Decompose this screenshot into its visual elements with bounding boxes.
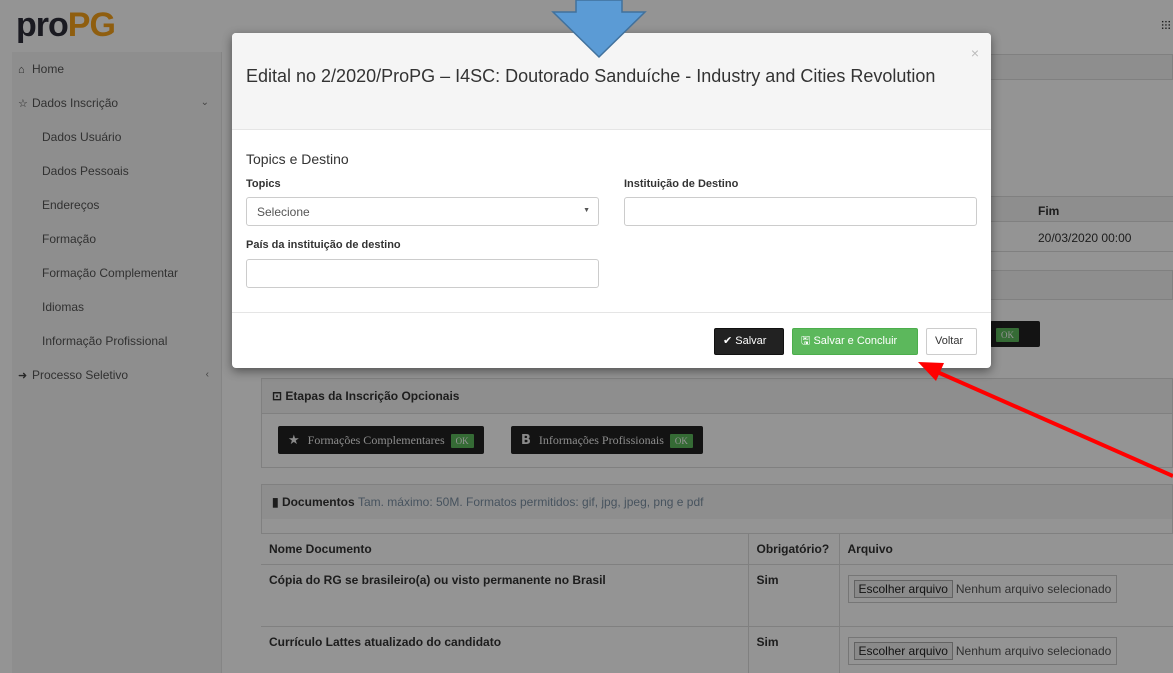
annotation-red-arrow-line	[934, 369, 1173, 478]
annotation-blue-arrow	[551, 0, 647, 59]
annotation-arrows	[551, 0, 1173, 478]
annotation-red-arrow-head	[918, 362, 944, 381]
